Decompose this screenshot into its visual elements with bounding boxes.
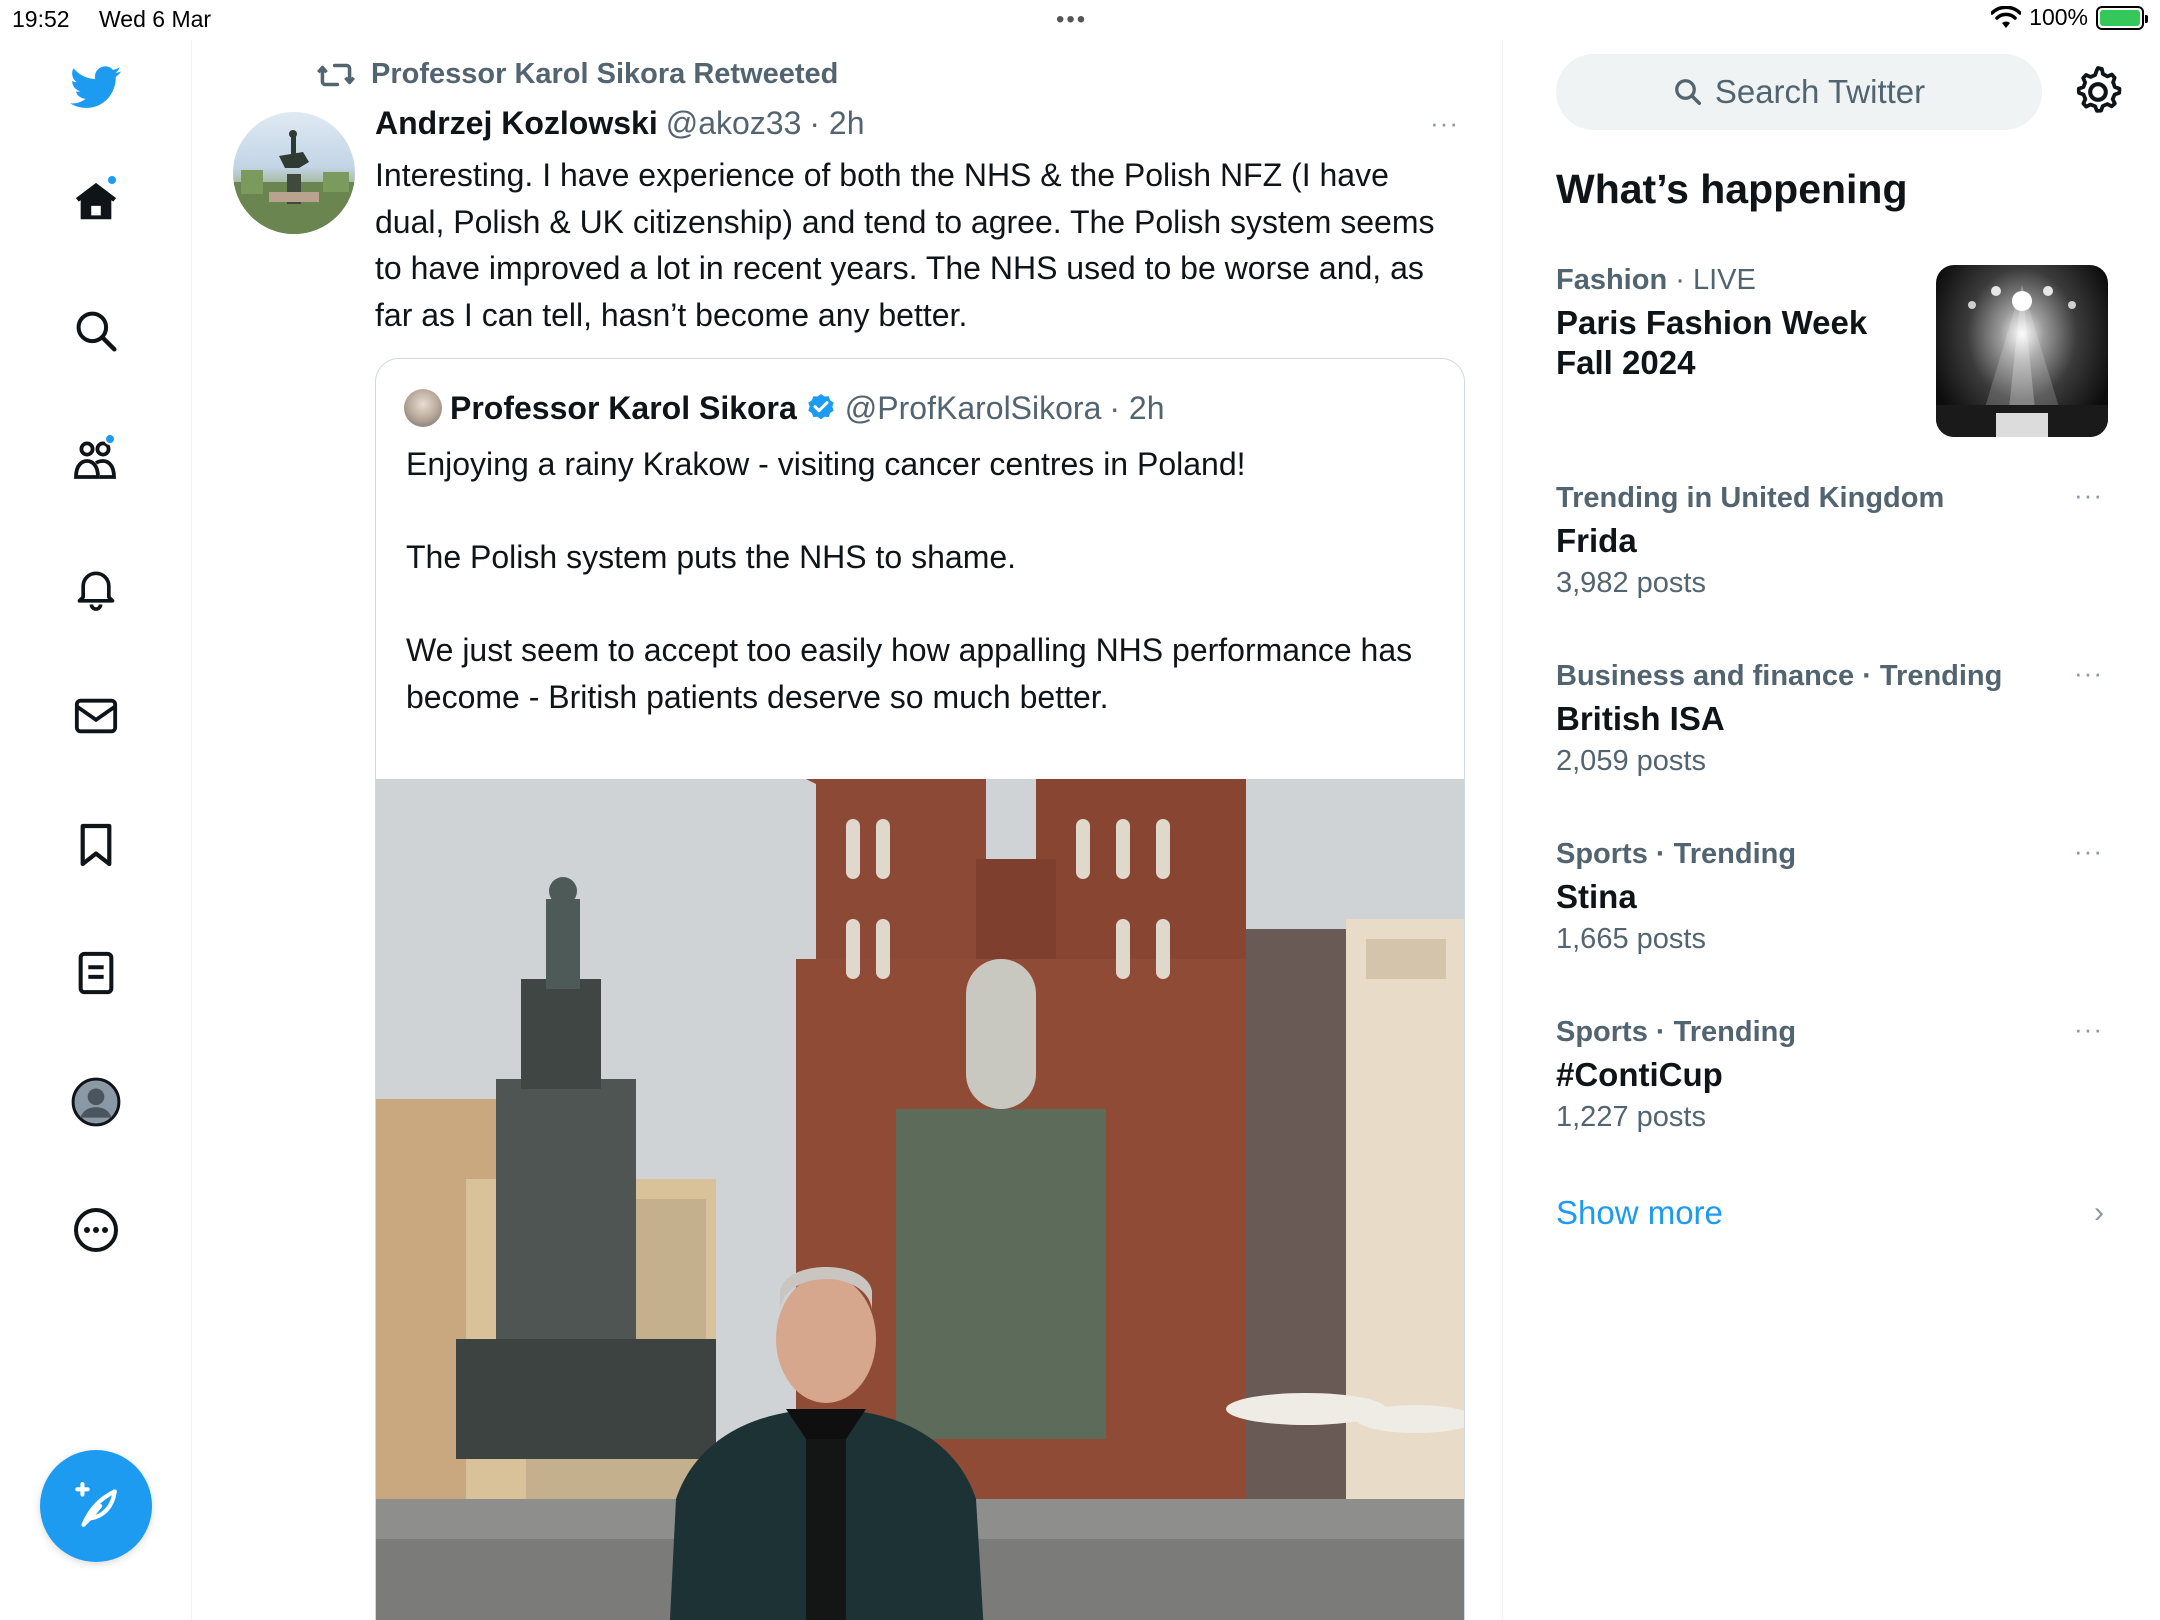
profile-icon[interactable] [70,1076,122,1128]
quoted-tweet-header: Professor Karol Sikora @ProfKarolSikora … [404,389,1165,427]
trend-item[interactable]: Business and finance · Trending British … [1556,660,2116,778]
search-icon[interactable] [70,305,122,357]
tweet-text: Interesting. I have experience of both t… [375,157,1435,333]
status-date: Wed 6 Mar [99,6,212,32]
trend-count: 1,227 posts [1556,1101,1706,1133]
featured-status: · LIVE [1675,264,1756,296]
communities-icon[interactable] [70,433,122,485]
bookmarks-icon[interactable] [70,819,122,871]
more-icon[interactable] [70,1204,122,1256]
sidebar [0,40,192,1620]
retweet-icon [317,63,355,86]
trend-title: British ISA [1556,700,1725,737]
search-icon [1674,79,1701,105]
featured-category: Fashion [1556,264,1668,296]
trend-item[interactable]: Sports · Trending Stina 1,665 posts [1556,838,2116,956]
compose-tweet-button[interactable] [40,1450,152,1562]
quoted-author-avatar[interactable] [404,389,442,427]
trend-count: 2,059 posts [1556,745,1706,777]
search-placeholder: Search Twitter [1714,73,1926,110]
quoted-author-handle[interactable]: @ProfKarolSikora [845,390,1102,427]
author-handle[interactable]: @akoz33 [666,105,802,142]
trend-more-icon[interactable]: ··· [2074,1014,2103,1045]
trend-item[interactable]: Sports · Trending #ContiCup 1,227 posts [1556,1016,2116,1134]
battery-percent: 100% [2029,4,2088,30]
quoted-tweet-text: Enjoying a rainy Krakow - visiting cance… [406,446,1413,715]
status-time: 19:52 [12,6,70,32]
tweet-more-icon[interactable]: ··· [1430,108,1459,139]
tweet-time[interactable]: · 2h [809,105,864,142]
trend-count: 1,665 posts [1556,923,1706,955]
status-indicators: 100% [1991,4,2148,31]
chevron-right-icon[interactable]: › [2094,1196,2104,1230]
trend-more-icon[interactable]: ··· [2074,658,2103,689]
quoted-tweet-time[interactable]: · 2h [1109,390,1164,427]
trend-more-icon[interactable]: ··· [2074,480,2103,511]
lists-icon[interactable] [70,947,122,999]
multitasking-dots-icon[interactable]: ••• [1056,6,1087,34]
author-name[interactable]: Andrzej Kozlowski [375,105,658,142]
trend-meta: Trending in United Kingdom [1556,482,1945,514]
featured-trend-image[interactable] [1936,265,2108,437]
trend-title: #ContiCup [1556,1056,1723,1093]
trend-meta: Sports · Trending [1556,1016,1797,1048]
quoted-tweet-photo[interactable] [376,779,1464,1620]
tweet-header: Andrzej Kozlowski @akoz33 · 2h [375,105,865,142]
trend-meta: Business and finance · Trending [1556,660,2003,692]
battery-icon [2096,5,2148,30]
gear-icon[interactable] [2072,66,2124,118]
trend-item[interactable]: Trending in United Kingdom Frida 3,982 p… [1556,482,2116,600]
twitter-logo-icon[interactable] [70,62,122,114]
quoted-tweet[interactable]: Professor Karol Sikora @ProfKarolSikora … [375,358,1465,1620]
notifications-icon[interactable] [70,562,122,614]
quoted-author-name[interactable]: Professor Karol Sikora [450,390,797,427]
author-avatar[interactable] [233,112,355,234]
timeline: Professor Karol Sikora Retweeted Andrzej… [193,40,1503,1620]
trend-title: Stina [1556,878,1637,915]
home-icon[interactable] [70,174,122,228]
featured-title: Paris Fashion Week Fall 2024 [1556,304,1868,381]
trend-title: Frida [1556,522,1637,559]
trend-count: 3,982 posts [1556,567,1706,599]
trend-more-icon[interactable]: ··· [2074,836,2103,867]
search-input[interactable]: Search Twitter [1556,54,2042,130]
show-more-link[interactable]: Show more [1556,1194,1723,1232]
retweet-label: Professor Karol Sikora Retweeted [371,58,839,90]
right-panel: Search Twitter What’s happening Fashion … [1504,40,2160,1620]
compose-tweet-icon [75,1482,117,1527]
wifi-icon [1991,5,2022,28]
trend-meta: Sports · Trending [1556,838,1797,870]
retweet-context[interactable]: Professor Karol Sikora Retweeted [317,58,838,91]
status-bar: 19:52 Wed 6 Mar ••• 100% [0,0,2160,40]
verified-badge-icon [808,394,834,420]
messages-icon[interactable] [70,690,122,742]
section-title: What’s happening [1556,166,1908,212]
